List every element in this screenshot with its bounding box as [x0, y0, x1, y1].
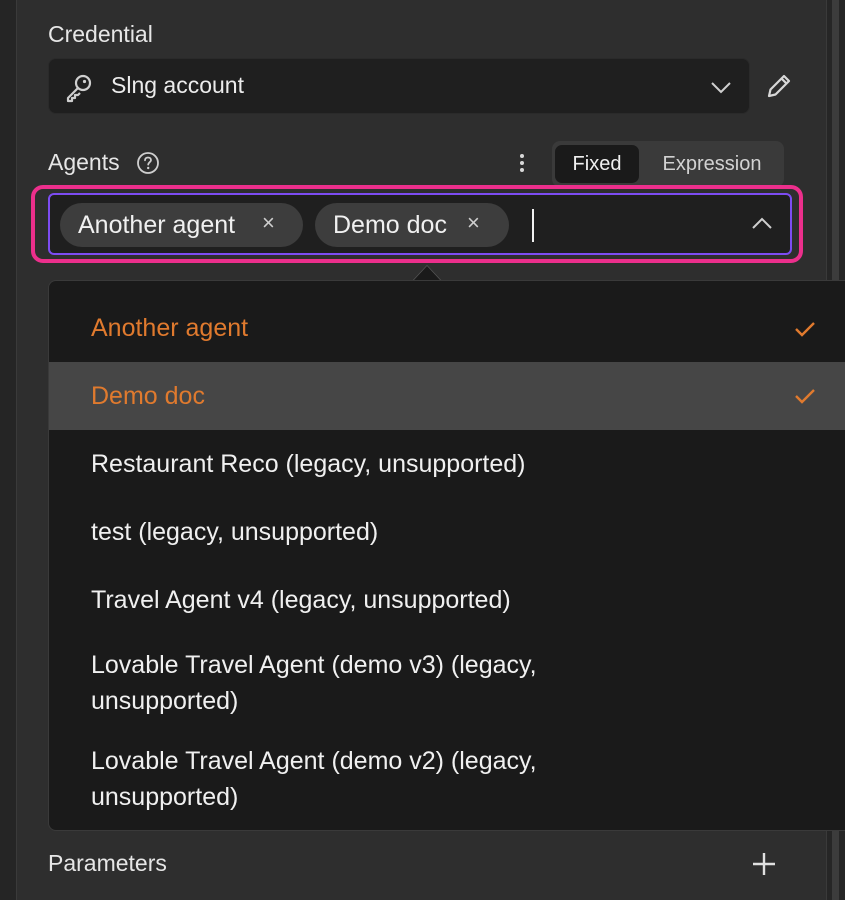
- option-label: Restaurant Reco (legacy, unsupported): [91, 450, 526, 478]
- credential-label: Credential: [48, 21, 153, 47]
- check-icon: [795, 389, 815, 404]
- option-label: Another agent: [91, 314, 249, 342]
- chip-label: Demo doc: [333, 211, 447, 239]
- agents-multiselect[interactable]: Another agent × Demo doc ×: [48, 193, 792, 255]
- pencil-icon[interactable]: [763, 70, 795, 102]
- agents-dropdown: Another agent Demo doc Restaurant Reco (…: [48, 280, 845, 831]
- dropdown-option[interactable]: Lovable Travel Agent (demo v3) (legacy, …: [49, 641, 845, 729]
- chevron-down-icon[interactable]: [709, 75, 733, 99]
- parameters-label: Parameters: [48, 850, 167, 876]
- check-icon: [795, 322, 815, 337]
- agent-chip[interactable]: Demo doc ×: [315, 203, 509, 247]
- dropdown-option[interactable]: Another agent: [49, 294, 845, 362]
- remove-chip-button[interactable]: ×: [262, 201, 275, 245]
- option-label: test (legacy, unsupported): [91, 518, 379, 546]
- dropdown-option[interactable]: Restaurant Reco (legacy, unsupported): [49, 430, 845, 498]
- credential-value: Slng account: [111, 72, 244, 98]
- mode-toggle: Fixed Expression: [552, 141, 784, 187]
- option-label: unsupported): [91, 783, 239, 811]
- option-label: Lovable Travel Agent (demo v3) (legacy,: [91, 651, 537, 679]
- key-icon: [66, 74, 92, 103]
- dropdown-option[interactable]: Lovable Travel Agent (demo v2) (legacy, …: [49, 737, 845, 825]
- dropdown-option[interactable]: Travel Agent v4 (legacy, unsupported): [49, 566, 845, 634]
- agents-label: Agents: [48, 149, 120, 175]
- chevron-up-icon[interactable]: [750, 212, 774, 236]
- dropdown-option[interactable]: test (legacy, unsupported): [49, 498, 845, 566]
- option-label: Travel Agent v4 (legacy, unsupported): [91, 586, 511, 614]
- dropdown-pointer: [413, 266, 441, 281]
- option-label: unsupported): [91, 687, 239, 715]
- dropdown-option[interactable]: Demo doc: [49, 362, 845, 430]
- expression-option[interactable]: Expression: [644, 145, 780, 183]
- option-label: Demo doc: [91, 382, 205, 410]
- question-circle-icon[interactable]: [136, 151, 160, 175]
- remove-chip-button[interactable]: ×: [467, 201, 480, 245]
- credential-select[interactable]: Slng account: [48, 58, 750, 114]
- agent-chip[interactable]: Another agent ×: [60, 203, 303, 247]
- fixed-option[interactable]: Fixed: [555, 145, 639, 183]
- option-label: Lovable Travel Agent (demo v2) (legacy,: [91, 747, 537, 775]
- left-panel-edge: [0, 0, 17, 900]
- plus-icon[interactable]: [750, 850, 778, 878]
- text-cursor[interactable]: [532, 209, 534, 242]
- kebab-icon[interactable]: [514, 151, 530, 177]
- chip-label: Another agent: [78, 211, 236, 239]
